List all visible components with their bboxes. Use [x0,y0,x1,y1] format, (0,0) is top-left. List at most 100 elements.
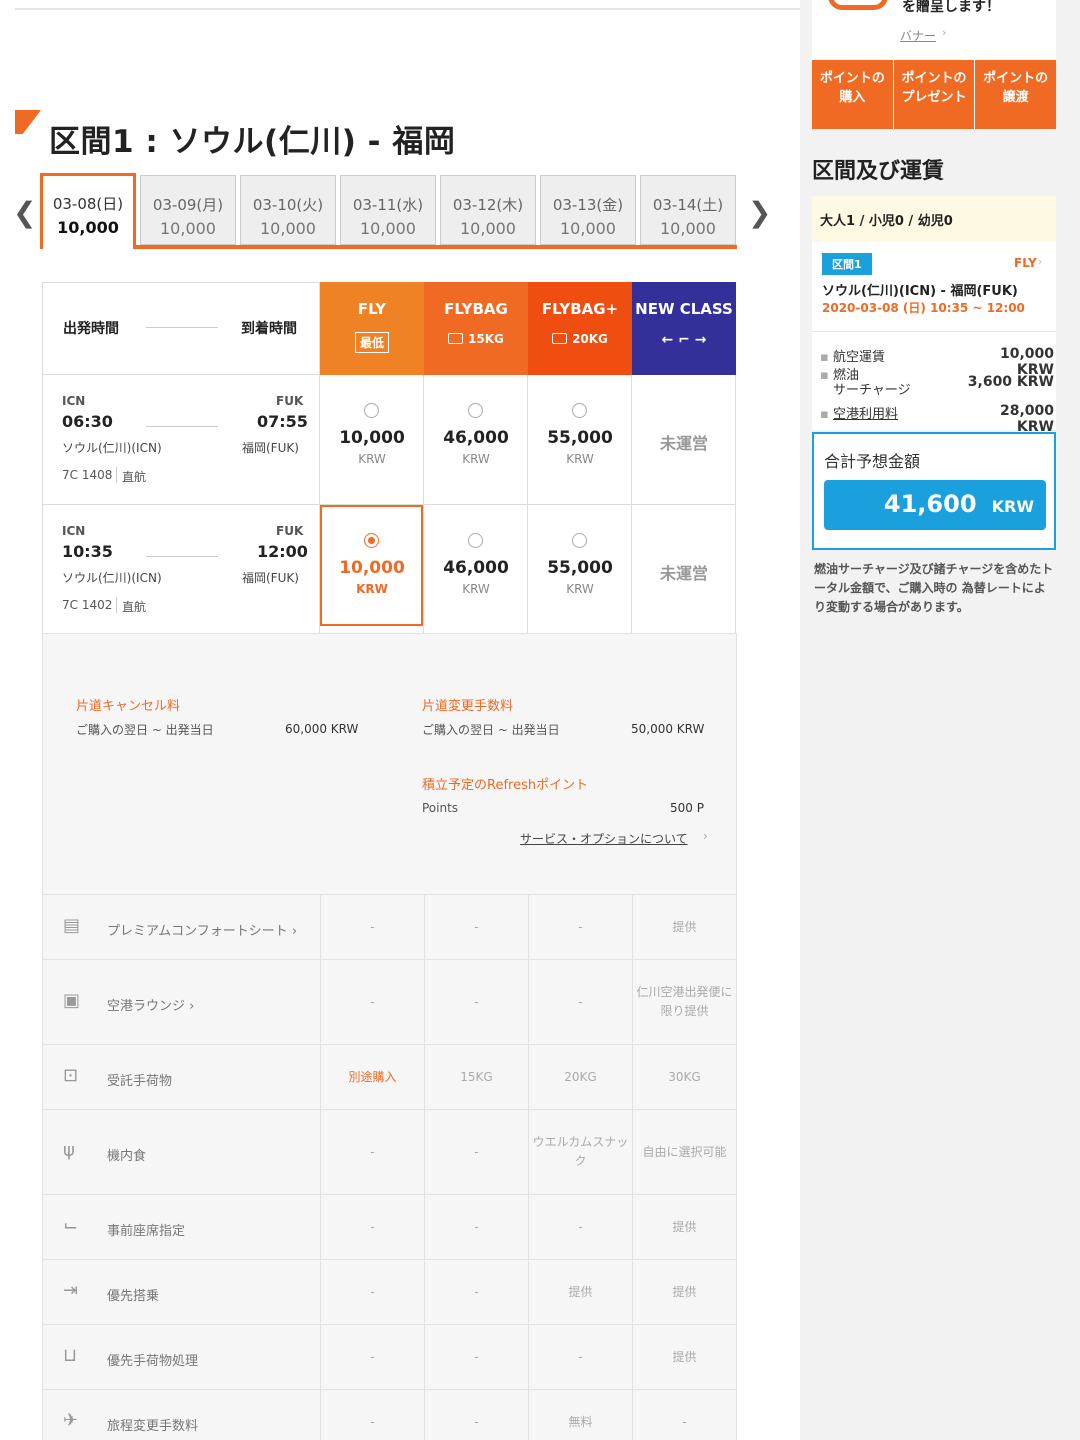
point-buttons: ポイントの 購入 ポイントの プレゼント ポイントの 譲渡 [812,60,1057,129]
feature-value: - [528,1325,632,1389]
buy-points-button[interactable]: ポイントの 購入 [812,60,894,129]
departure-time: 06:30 [62,412,113,431]
departure-time: 10:35 [62,542,113,561]
feature-label: 受託手荷物 [107,1074,173,1089]
date-tab[interactable]: 03-09(月) 10,000 [140,175,236,245]
fare-currency: KRW [462,452,490,466]
feature-value: - [320,1110,424,1194]
transfer-points-button[interactable]: ポイントの 譲渡 [975,60,1057,129]
seat-select-icon: ⌙ [63,1215,79,1236]
from-code: ICN [62,394,86,408]
feature-label[interactable]: 空港ラウンジ › [107,995,194,1014]
change-fee-period: ご購入の翌日 ~ 出発当日 [422,723,560,737]
flight-info: ICN FUK 06:30 07:55 ソウル(仁川)(ICN) 福岡(FUK)… [42,375,320,505]
prev-dates-arrow-icon[interactable]: ❮ [13,196,36,229]
fare-line: ▪ 航空運賃 10,000 KRW [820,346,1054,378]
fare-cell-unavailable: 未運営 [632,505,736,634]
feature-value: - [424,1195,528,1259]
date-tabs: 03-08(日) 10,000 03-09(月) 10,000 03-10(火) 10… [40,173,737,249]
change-fee-title: 片道変更手数料 [422,699,514,714]
fare-value: 28,000 KRW [999,403,1054,435]
fare-currency: KRW [462,582,490,596]
feature-label: 事前座席指定 [107,1224,186,1239]
fare-price: 10,000 [339,428,405,448]
fare-radio[interactable] [572,533,587,548]
feature-label[interactable]: プレミアムコンフォートシート › [107,920,297,939]
tab-date: 03-11(水) [352,196,424,214]
page: 区間1 : ソウル(仁川) - 福岡 ❮ ❯ 03-08(日) 10,000 03… [0,0,1080,1440]
fare-cell[interactable]: 46,000 KRW [424,505,528,634]
section-title: 区間1 : ソウル(仁川) - 福岡 [49,124,456,160]
not-operated-label: 未運営 [659,434,708,453]
depart-header: 出発時間 [63,321,119,337]
date-tab[interactable]: 03-08(日) 10,000 [40,173,136,249]
tab-date: 03-14(土) [652,196,724,214]
banner-link[interactable]: バナー [900,27,936,44]
feature-value: - [528,1195,632,1259]
total-value: 41,600 [883,490,977,518]
change-fee-value: 50,000 KRW [631,722,705,736]
baggage-weight: 15KG [468,332,504,346]
date-tab[interactable]: 03-10(火) 10,000 [240,175,336,245]
fare-note: 燃油サーチャージ及び諸チャージを含めたトータル金額で、ご購入時の 為替レートによ… [814,562,1054,614]
not-operated-label: 未運営 [659,564,708,583]
flight-number: 7C 1402 [62,598,113,612]
fare-cell[interactable]: 10,000 KRW [320,375,424,505]
fare-radio[interactable] [468,533,483,548]
fare-price: 55,000 [547,428,613,448]
fare-class-name: FLY [357,300,387,318]
fare-radio[interactable] [572,403,587,418]
feature-value: 提供 [632,1325,736,1389]
to-airport: 福岡(FUK) [242,441,299,455]
from-code: ICN [62,524,86,538]
fare-currency: KRW [566,582,594,596]
gift-points-button[interactable]: ポイントの プレゼント [893,60,976,129]
feature-value: - [424,1260,528,1324]
fare-cell[interactable]: 46,000 KRW [424,375,528,505]
baggage-weight: 20KG [572,332,608,346]
arrival-time: 12:00 [257,542,308,561]
feature-value: - [424,1110,528,1194]
baggage-icon [448,333,464,344]
total-box: 合計予想金額 41,600 KRW [812,432,1056,550]
date-tab[interactable]: 03-13(金) 10,000 [540,175,636,245]
feature-row: ψ 機内食 - - ウエルカムスナッ ク 自由に選択可能 [42,1110,737,1195]
feature-row: ▤ プレミアムコンフォートシート › - - - 提供 [42,895,737,960]
cancel-fee-title: 片道キャンセル料 [76,699,181,714]
date-tab[interactable]: 03-12(木) 10,000 [440,175,536,245]
airport-fee-link[interactable]: 空港利用料 [833,407,898,422]
from-airport: ソウル(仁川)(ICN) [62,571,162,585]
arrive-header: 到着時間 [241,321,297,337]
cancel-fee-period: ご購入の翌日 ~ 出発当日 [76,723,214,737]
feature-value: 提供 [632,1195,736,1259]
fare-cell[interactable]: 55,000 KRW [528,505,632,634]
fare-price: 55,000 [547,558,613,578]
total-label: 合計予想金額 [824,452,921,471]
arrival-time: 07:55 [257,412,308,431]
fare-radio-checked[interactable] [364,533,379,548]
fare-cell[interactable]: 55,000 KRW [528,375,632,505]
promo-banner[interactable]: を贈呈します！ バナー › [812,0,1056,60]
service-options-link[interactable]: サービス・オプションについて [520,830,688,847]
fare-radio[interactable] [468,403,483,418]
fare-line: ▪ 空港利用料 28,000 KRW [820,403,1054,435]
promo-logo [828,0,888,10]
points-value: 500 P [670,801,704,815]
date-tab[interactable]: 03-14(土) 10,000 [640,175,736,245]
route-line [146,327,218,328]
fare-radio[interactable] [364,403,379,418]
feature-row: ▣ 空港ラウンジ › - - - 仁川空港出発便に 限り提供 [42,960,737,1045]
next-dates-arrow-icon[interactable]: ❯ [748,196,771,229]
date-tab[interactable]: 03-11(水) 10,000 [340,175,436,245]
promo-text: を贈呈します！ [902,0,1000,15]
feature-value: 30KG [632,1045,736,1109]
tab-price: 10,000 [560,219,616,238]
fare-class-fly: FLY 最低 [320,282,424,375]
passenger-count: 大人1 / 小児0 / 幼児0 [812,196,1056,242]
fare-cell-selected[interactable]: 10,000 KRW [320,505,424,634]
feature-value: 仁川空港出発便に 限り提供 [632,960,736,1044]
fare-class-new-class: NEW CLASS ← ⌐ → [632,282,736,375]
tab-price: 10,000 [360,219,416,238]
tab-date: 03-12(木) [452,196,524,214]
baggage-icon [552,333,568,344]
